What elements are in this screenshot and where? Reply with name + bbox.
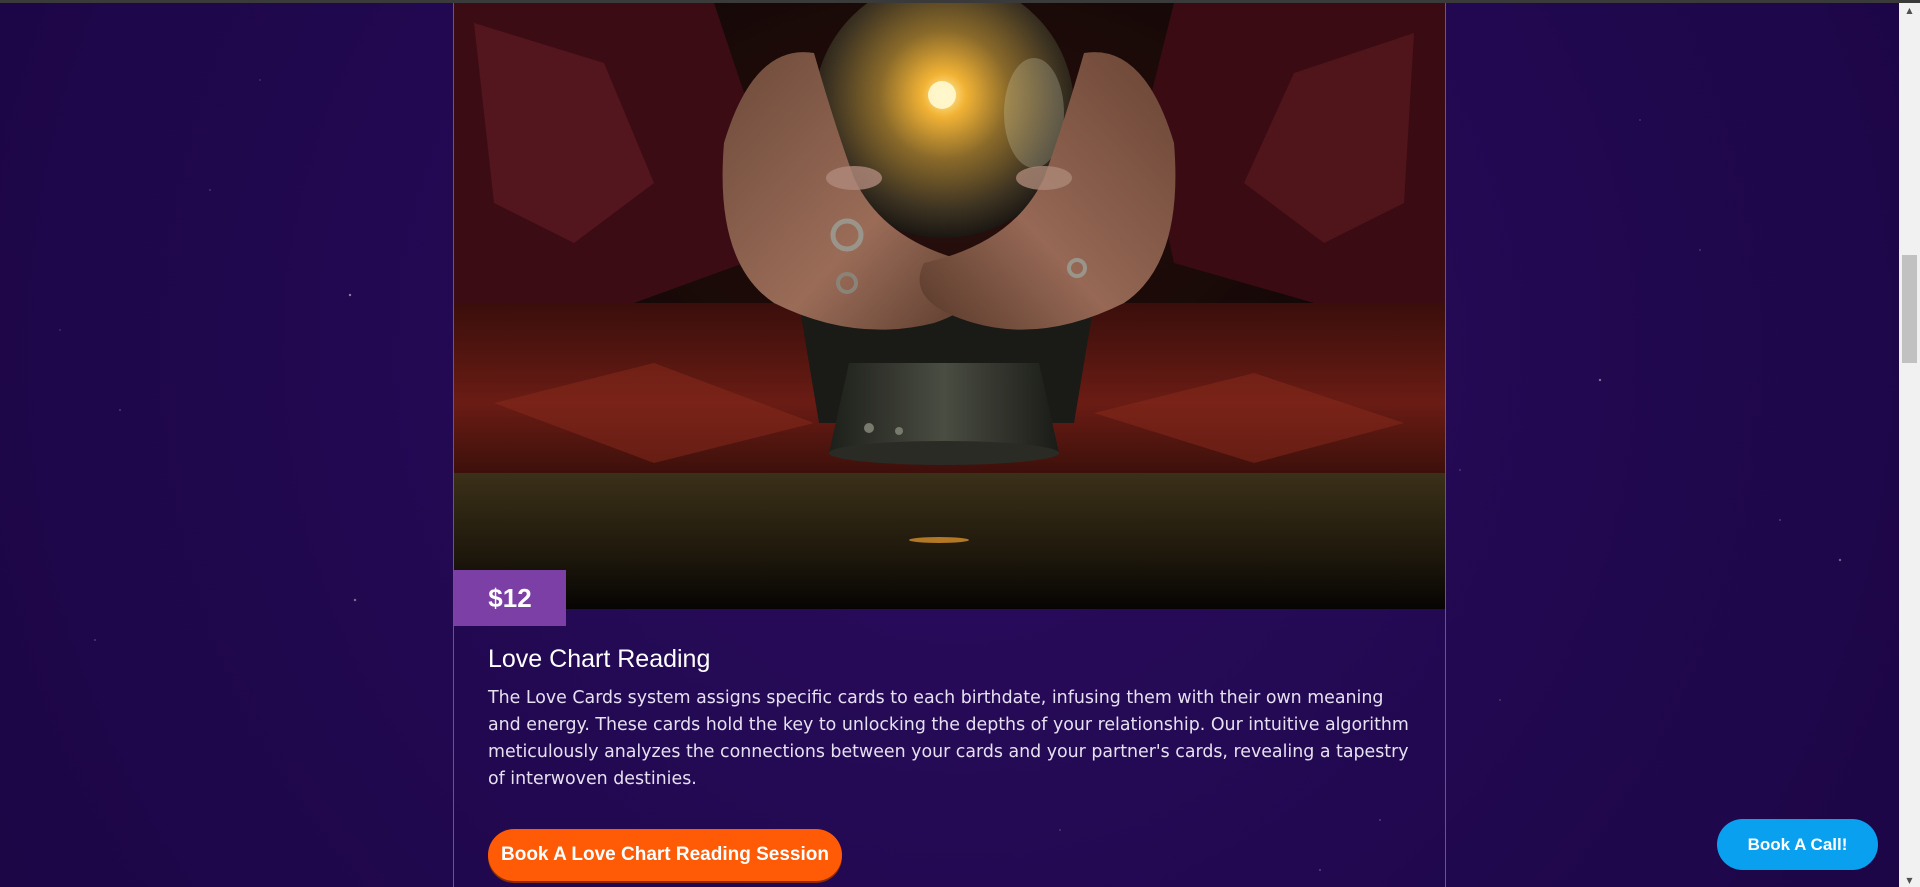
service-description: The Love Cards system assigns specific c… [488, 688, 1409, 789]
crystal-ball-image [454, 3, 1445, 609]
page-scrollbar[interactable]: ▲ ▼ [1899, 3, 1920, 887]
service-details: Love Chart Reading The Love Cards system… [488, 643, 1418, 793]
triangle-down-icon[interactable]: ▼ [1899, 873, 1920, 887]
service-card: $12 Love Chart Reading The Love Cards sy… [453, 3, 1446, 887]
scrollbar-thumb[interactable] [1902, 255, 1917, 363]
book-love-chart-session-button[interactable]: Book A Love Chart Reading Session [488, 829, 842, 881]
triangle-up-icon[interactable]: ▲ [1899, 3, 1920, 17]
book-a-call-button[interactable]: Book A Call! [1717, 819, 1878, 870]
service-title: Love Chart Reading [488, 645, 711, 673]
price-badge: $12 [454, 570, 566, 626]
